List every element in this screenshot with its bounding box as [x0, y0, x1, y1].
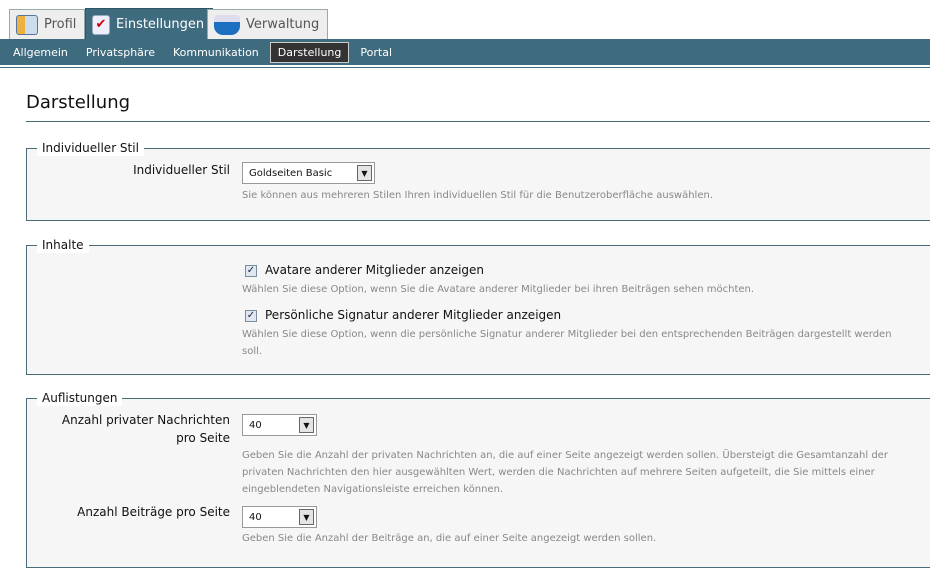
pm-per-page-select[interactable]: 40 ▼ [242, 414, 317, 436]
signature-description: Wählen Sie diese Option, wenn die persön… [242, 329, 892, 357]
avatars-label[interactable]: Avatare anderer Mitglieder anzeigen [265, 263, 484, 277]
tab-verwaltung[interactable]: Verwaltung [207, 9, 329, 39]
fieldset-auflistungen: Auflistungen Anzahl privater Nachrichten… [26, 390, 930, 568]
style-label: Individueller Stil [133, 163, 230, 177]
subnav-darstellung[interactable]: Darstellung [269, 41, 350, 63]
signature-checkbox[interactable]: ✓ [245, 310, 257, 322]
checklist-icon: ✔ [92, 14, 110, 35]
subnav-privatsphaere[interactable]: Privatsphäre [79, 43, 162, 62]
legend: Auflistungen [37, 390, 123, 406]
select-value: Goldseiten Basic [249, 167, 333, 179]
page-title: Darstellung [26, 92, 131, 113]
tab-einstellungen[interactable]: ✔ Einstellungen [85, 8, 214, 40]
subnav-kommunikation[interactable]: Kommunikation [166, 43, 266, 62]
pm-per-page-description: Geben Sie die Anzahl der privaten Nachri… [242, 450, 888, 495]
tab-label: Einstellungen [116, 17, 205, 32]
fieldset-individueller-stil: Individueller Stil Individueller Stil Go… [26, 140, 930, 221]
style-select[interactable]: Goldseiten Basic ▼ [242, 162, 375, 184]
select-value: 40 [249, 511, 262, 523]
avatars-description: Wählen Sie diese Option, wenn Sie die Av… [242, 284, 755, 295]
chevron-down-icon: ▼ [299, 509, 314, 525]
select-value: 40 [249, 419, 262, 431]
legend: Inhalte [37, 237, 89, 253]
subnav-allgemein[interactable]: Allgemein [6, 43, 75, 62]
posts-per-page-select[interactable]: 40 ▼ [242, 506, 317, 528]
tab-label: Profil [44, 17, 77, 32]
pm-per-page-label: Anzahl privater Nachrichten pro Seite [61, 413, 230, 445]
subnav-portal[interactable]: Portal [353, 43, 399, 62]
tab-label: Verwaltung [246, 17, 320, 32]
posts-per-page-label: Anzahl Beiträge pro Seite [77, 505, 230, 519]
avatars-checkbox[interactable]: ✓ [245, 265, 257, 277]
legend: Individueller Stil [37, 140, 144, 156]
style-description: Sie können aus mehreren Stilen Ihren ind… [242, 190, 713, 201]
posts-per-page-description: Geben Sie die Anzahl der Beiträge an, di… [242, 533, 657, 544]
signature-label[interactable]: Persönliche Signatur anderer Mitglieder … [265, 308, 561, 322]
chevron-down-icon: ▼ [299, 417, 314, 433]
sub-navigation: Allgemein Privatsphäre Kommunikation Dar… [0, 39, 930, 67]
chevron-down-icon: ▼ [357, 165, 372, 181]
fieldset-inhalte: Inhalte ✓ Avatare anderer Mitglieder anz… [26, 237, 930, 375]
tab-profil[interactable]: Profil [9, 9, 86, 39]
profile-card-icon [16, 14, 38, 35]
title-divider [26, 121, 930, 122]
box-icon [214, 14, 240, 35]
